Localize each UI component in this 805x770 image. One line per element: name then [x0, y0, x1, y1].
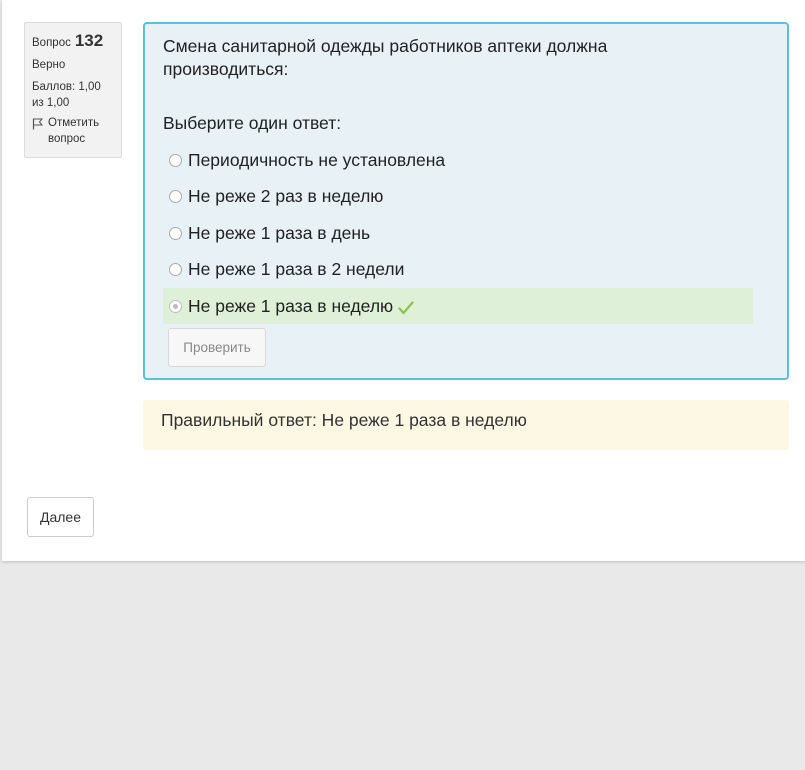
answer-option[interactable]: Не реже 1 раза в 2 недели: [163, 252, 753, 289]
answer-label: Периодичность не установлена: [188, 149, 446, 170]
radio-button[interactable]: [169, 153, 182, 167]
answer-option[interactable]: Не реже 2 раз в неделю: [163, 179, 753, 216]
radio-button[interactable]: [169, 263, 182, 277]
quiz-page: Вопрос 132 Верно Баллов: 1,00 из 1,00 От…: [2, 0, 805, 561]
answer-option[interactable]: Не реже 1 раза в день: [163, 215, 753, 252]
answer-list: Периодичность не установлена Не реже 2 р…: [163, 142, 753, 324]
answer-label: Не реже 2 раз в неделю: [188, 186, 384, 207]
radio-button[interactable]: [169, 190, 182, 204]
question-text: Смена санитарной одежды работников аптек…: [163, 36, 608, 79]
question-number-line: Вопрос 132: [32, 29, 114, 53]
question-number: 132: [74, 31, 104, 50]
check-icon: [398, 301, 414, 315]
question-box: Смена санитарной одежды работников аптек…: [143, 22, 789, 380]
right-answer-feedback: Правильный ответ: Не реже 1 раза в недел…: [143, 400, 789, 450]
question-info-panel: Вопрос 132 Верно Баллов: 1,00 из 1,00 От…: [24, 22, 122, 158]
answer-option-correct[interactable]: Не реже 1 раза в неделю: [163, 288, 753, 324]
flag-question-label: Отметить вопрос: [48, 117, 100, 146]
question-state: Верно: [32, 58, 66, 71]
question-grade: Баллов: 1,00 из 1,00: [32, 80, 101, 109]
answer-prompt: Выберите один ответ:: [163, 113, 342, 133]
radio-button[interactable]: [169, 226, 182, 240]
answer-label: Не реже 1 раза в день: [188, 222, 371, 243]
flag-question-link[interactable]: Отметить вопрос: [32, 115, 114, 147]
answer-label: Не реже 1 раза в неделю: [188, 295, 394, 316]
answer-option[interactable]: Периодичность не установлена: [163, 142, 753, 179]
check-button[interactable]: Проверить: [168, 328, 266, 367]
flag-icon: [32, 118, 44, 130]
radio-button-selected[interactable]: [169, 299, 182, 313]
next-button[interactable]: Далее: [27, 497, 94, 537]
answer-label: Не реже 1 раза в 2 недели: [188, 259, 405, 280]
question-label: Вопрос: [32, 37, 71, 49]
